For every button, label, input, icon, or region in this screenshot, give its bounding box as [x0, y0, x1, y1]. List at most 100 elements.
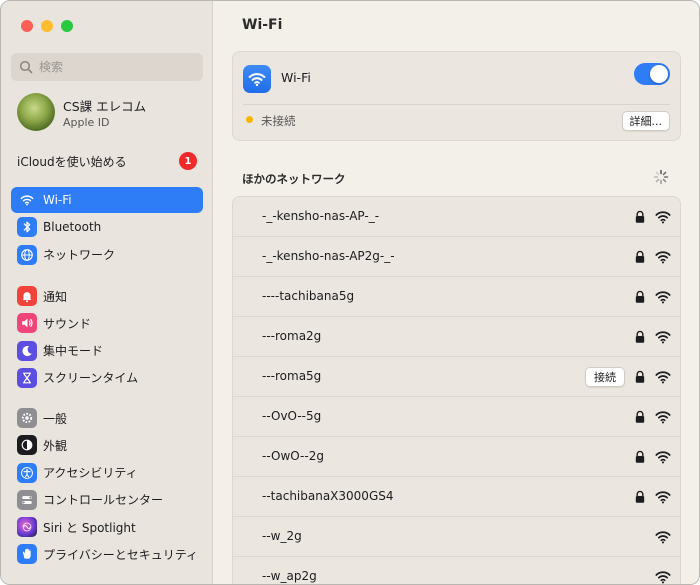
sidebar-item-label: Wi-Fi [43, 193, 72, 207]
settings-window: CS課 エレコム Apple ID iCloudを使い始める 1 Wi-Fi B… [0, 0, 700, 585]
main-panel: Wi-Fi Wi-Fi 未接続 詳細... ほかのネットワーク -_-kensh… [214, 1, 699, 584]
network-name: ---roma2g [262, 329, 322, 343]
sidebar-item-label: コントロールセンター [43, 493, 164, 508]
icloud-setup-label: iCloudを使い始める [17, 154, 127, 169]
network-name: --w_2g [262, 529, 302, 543]
lock-icon [634, 249, 646, 263]
wifi-signal-icon [655, 489, 671, 504]
apple-id-account[interactable]: CS課 エレコム Apple ID [17, 93, 146, 131]
sidebar-group-network: Wi-Fi Bluetooth ネットワーク [11, 187, 203, 269]
sidebar-item-screen-time[interactable]: スクリーンタイム [11, 365, 203, 391]
network-row[interactable]: --tachibanaX3000GS4 [233, 477, 680, 517]
wifi-icon [17, 190, 37, 210]
network-row[interactable]: -_-kensho-nas-AP-_- [233, 197, 680, 237]
sidebar: CS課 エレコム Apple ID iCloudを使い始める 1 Wi-Fi B… [1, 1, 213, 584]
page-title: Wi-Fi [242, 17, 283, 33]
network-name: --tachibanaX3000GS4 [262, 489, 394, 503]
wifi-signal-icon [655, 409, 671, 424]
sidebar-group-system: 一般 外観 アクセシビリティ コントロールセンター Siri と Spotlig… [11, 405, 203, 569]
network-row[interactable]: ---roma2g [233, 317, 680, 357]
sidebar-item-control-center[interactable]: コントロールセンター [11, 487, 203, 513]
wifi-signal-icon [655, 249, 671, 264]
network-row[interactable]: ---roma5g 接続 [233, 357, 680, 397]
avatar [17, 93, 55, 131]
notification-badge: 1 [179, 152, 197, 170]
network-name: --OvO--5g [262, 409, 322, 423]
sidebar-item-appearance[interactable]: 外観 [11, 432, 203, 458]
sidebar-item-general[interactable]: 一般 [11, 405, 203, 431]
sidebar-item-label: ネットワーク [43, 248, 116, 263]
search-field[interactable] [11, 53, 203, 81]
wifi-icon [243, 65, 271, 93]
icloud-setup-item[interactable]: iCloudを使い始める 1 [17, 151, 197, 171]
network-row[interactable]: -_-kensho-nas-AP2g-_- [233, 237, 680, 277]
status-dot [246, 116, 253, 123]
lock-icon [634, 329, 646, 343]
sidebar-item-label: スクリーンタイム [43, 371, 139, 386]
gear-icon [17, 408, 37, 428]
sidebar-item-siri-spotlight[interactable]: Siri と Spotlight [11, 514, 203, 540]
join-network-button[interactable]: 接続 [585, 367, 625, 387]
sidebar-item-label: 通知 [43, 289, 68, 304]
close-window-button[interactable] [21, 20, 33, 32]
sidebar-item-network[interactable]: ネットワーク [11, 242, 203, 268]
network-name: ---roma5g [262, 369, 322, 383]
lock-icon [634, 369, 646, 383]
hand-icon [17, 544, 37, 565]
loading-spinner-icon [653, 169, 669, 185]
wifi-card-label: Wi-Fi [281, 70, 311, 85]
globe-icon [17, 244, 37, 265]
details-button[interactable]: 詳細... [621, 111, 670, 131]
lock-icon [634, 409, 646, 423]
lock-icon [634, 449, 646, 463]
other-networks-title: ほかのネットワーク [242, 172, 346, 186]
sidebar-item-label: 一般 [43, 411, 68, 426]
sidebar-item-notifications[interactable]: 通知 [11, 283, 203, 309]
wifi-toggle[interactable] [634, 63, 670, 85]
minimize-window-button[interactable] [41, 20, 53, 32]
appearance-icon [17, 435, 37, 456]
wifi-status-card: Wi-Fi 未接続 詳細... [232, 51, 681, 141]
wifi-signal-icon [655, 289, 671, 304]
search-input[interactable] [39, 60, 199, 74]
network-name: --w_ap2g [262, 569, 317, 583]
account-name: CS課 エレコム [63, 98, 147, 114]
wifi-signal-icon [655, 569, 671, 584]
bell-icon [17, 286, 37, 306]
sidebar-item-label: プライバシーとセキュリティ [43, 547, 199, 562]
sidebar-item-label: 集中モード [43, 344, 104, 359]
sidebar-group-notifications: 通知 サウンド 集中モード スクリーンタイム [11, 283, 203, 392]
traffic-lights [21, 20, 73, 32]
sidebar-item-bluetooth[interactable]: Bluetooth [11, 214, 203, 240]
sidebar-item-focus[interactable]: 集中モード [11, 338, 203, 364]
lock-icon [634, 209, 646, 223]
hourglass-icon [17, 367, 37, 388]
network-row[interactable]: --OvO--5g [233, 397, 680, 437]
toggle-knob [650, 65, 668, 83]
network-list: -_-kensho-nas-AP-_- -_-kensho-nas-AP2g-_-… [232, 196, 681, 584]
network-name: ----tachibana5g [262, 289, 355, 303]
sidebar-item-label: Bluetooth [43, 220, 102, 235]
sidebar-item-label: アクセシビリティ [43, 466, 138, 481]
wifi-signal-icon [655, 209, 671, 224]
network-row[interactable]: --w_2g [233, 517, 680, 557]
moon-icon [17, 340, 37, 361]
sidebar-item-accessibility[interactable]: アクセシビリティ [11, 460, 203, 486]
sidebar-item-sound[interactable]: サウンド [11, 310, 203, 336]
maximize-window-button[interactable] [61, 20, 73, 32]
wifi-signal-icon [655, 329, 671, 344]
sidebar-item-privacy-security[interactable]: プライバシーとセキュリティ [11, 541, 203, 567]
control-center-icon [17, 489, 37, 510]
speaker-icon [17, 313, 37, 334]
search-icon [19, 60, 33, 74]
sidebar-item-label: 外観 [43, 438, 68, 453]
network-row[interactable]: --w_ap2g [233, 557, 680, 584]
sidebar-item-wifi[interactable]: Wi-Fi [11, 187, 203, 213]
lock-icon [634, 289, 646, 303]
lock-icon [634, 489, 646, 503]
wifi-signal-icon [655, 529, 671, 544]
connection-status: 未接続 [261, 114, 296, 128]
network-row[interactable]: ----tachibana5g [233, 277, 680, 317]
network-row[interactable]: --OwO--2g [233, 437, 680, 477]
network-name: --OwO--2g [262, 449, 324, 463]
